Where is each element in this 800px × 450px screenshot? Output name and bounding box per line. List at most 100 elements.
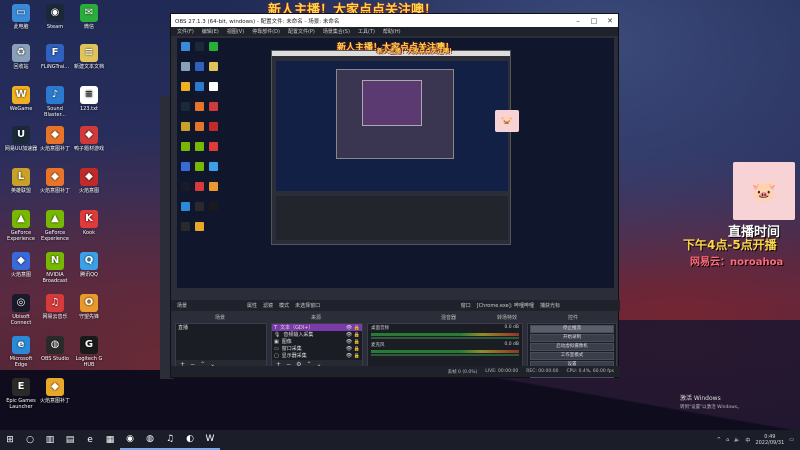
desktop-shortcut-label: 守望先锋 — [78, 314, 99, 320]
desktop-shortcut[interactable]: ◆ 鸭子题材游戏 — [72, 126, 106, 152]
menu-item[interactable]: 帮助(H) — [383, 28, 401, 35]
task-view-icon[interactable]: ▥ — [40, 430, 60, 450]
search-icon[interactable]: ○ — [20, 430, 40, 450]
source-item[interactable]: ▢ 显示器采集 👁 🔒 — [272, 352, 362, 360]
netease-music-icon[interactable]: ♫ — [160, 430, 180, 450]
desktop-shortcut[interactable]: W WeGame — [4, 86, 38, 112]
menu-item[interactable]: 文件(F) — [177, 28, 194, 35]
desktop-shortcut[interactable]: O 守望先锋 — [72, 294, 106, 320]
menu-item[interactable]: 停靠部件(D) — [252, 28, 280, 35]
visibility-icon[interactable]: 👁 🔒 — [346, 332, 360, 338]
volume-icon[interactable]: 🔈 — [734, 437, 740, 443]
desktop-shortcut[interactable]: ≡ 新建文本文档 — [72, 44, 106, 70]
visibility-icon[interactable]: 👁 🔒 — [346, 325, 360, 331]
obs-window[interactable]: OBS 27.1.3 (64-bit, windows) - 配置文件: 未命名… — [170, 13, 620, 378]
desktop-shortcut[interactable]: ◆ 火焰意图补丁 — [38, 168, 72, 194]
start-icon[interactable]: ⊞ — [0, 430, 20, 450]
desktop-shortcut[interactable]: K Kook — [72, 210, 106, 236]
edge-icon[interactable]: e — [80, 430, 100, 450]
taskbar: ⊞ ○ ▥ ▤ e ▦ ◉ ◍ ♫ ◐ W ^ ⌂ 🔈 中 0:49 2022/09/31 ▭ — [0, 430, 800, 450]
menu-item[interactable]: 视图(V) — [227, 28, 244, 35]
visibility-icon[interactable]: 👁 🔒 — [346, 339, 360, 345]
control-button[interactable]: 停止推流 — [530, 325, 614, 333]
desktop-shortcut[interactable]: ◍ OBS Studio — [38, 336, 72, 362]
desktop-shortcut[interactable]: ♫ 网易云音乐 — [38, 294, 72, 320]
volume-slider[interactable] — [371, 337, 519, 339]
desktop-shortcut[interactable]: F FLiNGTrai... — [38, 44, 72, 70]
desktop-shortcut[interactable]: E Epic Games Launcher — [4, 378, 38, 410]
source-item[interactable]: 🎙 音频输入采集 👁 🔒 — [272, 331, 362, 339]
maximize-icon[interactable]: □ — [586, 17, 602, 25]
volume-slider[interactable] — [371, 354, 519, 356]
notification-icon[interactable]: ▭ — [789, 437, 794, 443]
obs-preview-canvas[interactable]: 新人主播！大家点点关注噢！ 🐷 新人主播！大家点点关注噢！ — [177, 38, 614, 288]
mixer-track[interactable]: 桌面音频 0.0 dB — [368, 324, 522, 341]
desktop-shortcut[interactable]: L 英雄联盟 — [4, 168, 38, 194]
desktop-shortcut[interactable]: ◆ 火焰意图 — [4, 252, 38, 278]
source-label: 文本（GDI+） — [280, 325, 314, 331]
desktop-shortcut[interactable]: ◎ Ubisoft Connect — [4, 294, 38, 326]
desktop-shortcut[interactable]: ♻ 回收站 — [4, 44, 38, 70]
menu-item[interactable]: 配置文件(P) — [288, 28, 315, 35]
window-select[interactable]: 未选择窗口 — [295, 302, 320, 309]
close-icon[interactable]: ✕ — [602, 17, 618, 25]
visibility-icon[interactable]: 👁 🔒 — [346, 346, 360, 352]
minimize-icon[interactable]: – — [570, 17, 586, 25]
sources-dock[interactable]: T 文本（GDI+） 👁 🔒 🎙 音频输入采集 👁 🔒 ▣ 图像 👁 🔒 ▭ 窗口采集 👁 🔒 ▢ 显示器… — [271, 323, 363, 370]
desktop-shortcut-label: GeForce Experience — [41, 230, 69, 242]
logitech-icon: G — [80, 336, 98, 354]
menu-item[interactable]: 场景集合(S) — [323, 28, 350, 35]
window-value[interactable]: [Chrome.exe]: 哔哩哔哩 — [477, 302, 534, 309]
clock[interactable]: 0:49 2022/09/31 — [755, 434, 784, 446]
source-item[interactable]: ▣ 图像 👁 🔒 — [272, 338, 362, 346]
control-button[interactable]: 启动虚拟摄像机 — [530, 343, 614, 351]
desktop-shortcut[interactable]: ◆ 火焰意图 — [72, 168, 106, 194]
desktop-shortcut[interactable]: ✉ 微信 — [72, 4, 106, 30]
game-icon: ◆ — [46, 168, 64, 186]
scenes-dock[interactable]: 直播 + − ⌃ ⌄ — [175, 323, 267, 370]
desktop-shortcut[interactable]: U 网易UU加速器 — [4, 126, 38, 152]
mixer-track[interactable]: 麦克风 0.0 dB — [368, 341, 522, 358]
preview-wechat-icon — [209, 42, 218, 51]
wegame-icon[interactable]: W — [200, 430, 220, 450]
mixer-dock[interactable]: 桌面音频 0.0 dB 麦克风 0.0 dB — [367, 323, 523, 370]
desktop-shortcut[interactable]: ◆ 火焰意图补丁 — [38, 378, 72, 404]
desktop-shortcut[interactable]: ♪ Sound Blaster... — [38, 86, 72, 118]
desktop-shortcut[interactable]: N NVIDIA Broadcast — [38, 252, 72, 284]
network-icon[interactable]: ⌂ — [726, 437, 729, 443]
desktop-shortcut[interactable]: G Logitech G HUB — [72, 336, 106, 368]
dropped-frames: 丢帧 0 (0.0%) — [447, 369, 478, 375]
preview-wegame-icon — [181, 82, 190, 91]
language-indicator[interactable]: 中 — [745, 437, 750, 444]
scene-item[interactable]: 直播 — [176, 324, 266, 331]
steam-icon[interactable]: ◉ — [120, 430, 140, 450]
visibility-icon[interactable]: 👁 🔒 — [346, 353, 360, 359]
desktop-shortcut[interactable]: e Microsoft Edge — [4, 336, 38, 368]
desktop-shortcut[interactable]: ≡ 123.txt — [72, 86, 106, 112]
menu-item[interactable]: 工具(T) — [358, 28, 375, 35]
controls-dock[interactable]: 停止推流开始录制启动虚拟摄像机工作室模式设置退出 — [527, 323, 617, 378]
source-item[interactable]: ▭ 窗口采集 👁 🔒 — [272, 345, 362, 353]
filters-button[interactable]: 滤镜 — [263, 302, 273, 309]
chrome-icon[interactable]: ◐ — [180, 430, 200, 450]
desktop-shortcut[interactable]: Q 腾讯QQ — [72, 252, 106, 278]
capture-cursor-toggle[interactable]: 捕获光标 — [540, 302, 560, 309]
desktop-shortcut[interactable]: ▲ GeForce Experience — [4, 210, 38, 242]
properties-button[interactable]: 属性 — [247, 302, 257, 309]
source-item[interactable]: T 文本（GDI+） 👁 🔒 — [272, 324, 362, 331]
control-button[interactable]: 开始录制 — [530, 334, 614, 342]
obs-icon[interactable]: ◍ — [140, 430, 160, 450]
lol-icon: L — [12, 168, 30, 186]
file-explorer-icon[interactable]: ▤ — [60, 430, 80, 450]
window-label: 窗口 — [460, 303, 471, 309]
desktop-shortcut[interactable]: ◉ Steam — [38, 4, 72, 30]
control-button[interactable]: 工作室模式 — [530, 352, 614, 360]
desktop-shortcut[interactable]: ◆ 火焰意图补丁 — [38, 126, 72, 152]
chevron-up-icon[interactable]: ^ — [717, 437, 721, 443]
obs-title-bar[interactable]: OBS 27.1.3 (64-bit, windows) - 配置文件: 未命名… — [171, 14, 618, 27]
menu-item[interactable]: 编辑(E) — [202, 28, 219, 35]
desktop-shortcut[interactable]: ▭ 此电脑 — [4, 4, 38, 30]
preview-geforce-icon — [181, 142, 190, 151]
desktop-shortcut[interactable]: ▲ GeForce Experience — [38, 210, 72, 242]
store-icon[interactable]: ▦ — [100, 430, 120, 450]
